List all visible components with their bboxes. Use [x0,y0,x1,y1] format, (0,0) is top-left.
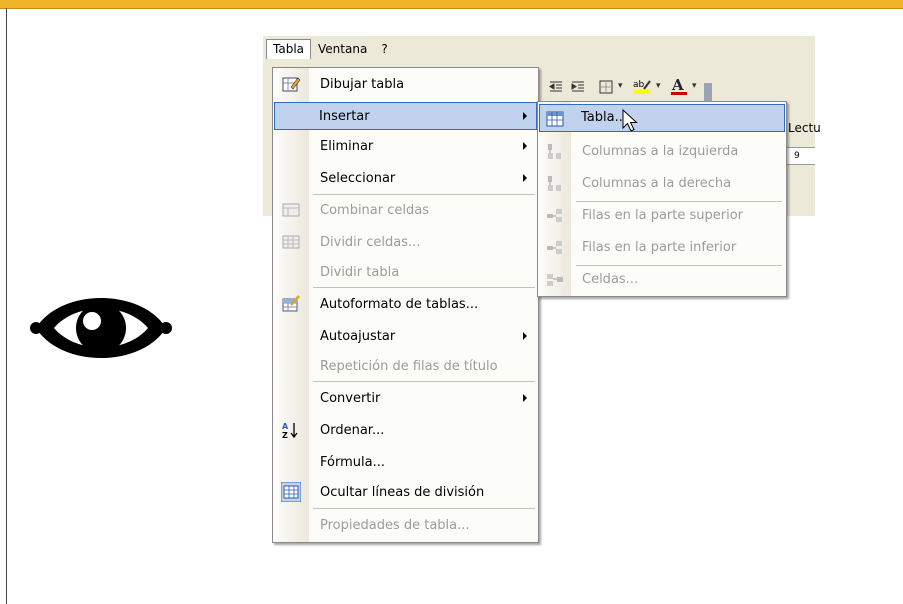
insert-col-right-icon [546,175,564,193]
highlight-icon[interactable]: ab [632,77,652,95]
menu-item-label: Autoajustar [320,328,396,344]
submenu-arrow-icon [523,174,527,182]
formatting-toolbar: ▾ ab ▾ A ▾ [540,71,815,101]
menu-separator [313,508,535,509]
menu-item-label: Convertir [320,390,381,406]
submenu-item-label: Celdas... [582,272,639,287]
insert-cells-icon [546,271,564,289]
highlight-dropdown-icon[interactable]: ▾ [656,81,661,91]
submenu-item-celdas[interactable]: Celdas... [540,266,784,294]
split-cells-icon [281,232,301,252]
menu-item-label: Eliminar [320,138,374,154]
insert-row-above-icon [546,207,564,225]
menu-item-eliminar[interactable]: Eliminar [275,132,536,160]
submenu-item-label: Columnas a la derecha [582,176,732,191]
menu-bar: Tabla Ventana ? [266,39,395,59]
mouse-cursor-icon [622,109,638,132]
insert-row-below-icon [546,239,564,257]
submenu-arrow-icon [523,332,527,340]
menu-item-label: Combinar celdas [320,202,429,218]
menu-item-label: Dibujar tabla [320,76,405,92]
insertar-submenu: Tabla... Columnas a la izquierda Columna… [537,101,787,297]
ruler-number: 9 [794,151,800,161]
autoformat-icon [281,294,301,314]
tabla-menu: Dibujar tabla Insertar Eliminar Seleccio… [272,67,539,543]
submenu-arrow-icon [523,112,527,120]
decrease-indent-icon[interactable] [548,79,564,95]
menu-item-ocultar-lineas[interactable]: Ocultar líneas de división [275,478,536,506]
increase-indent-icon[interactable] [570,79,586,95]
top-accent-bar [0,0,903,9]
menu-item-insertar[interactable]: Insertar [274,102,537,130]
submenu-item-label: Filas en la parte inferior [582,240,737,255]
menu-item-label: Seleccionar [320,170,396,186]
submenu-item-filas-inferior[interactable]: Filas en la parte inferior [540,234,784,262]
reading-mode-label[interactable]: Lectu [788,121,821,135]
menu-item-ordenar[interactable]: AZ Ordenar... [275,416,536,444]
left-border-line [6,8,7,604]
menu-separator [313,194,535,195]
menu-item-label: Autoformato de tablas... [320,296,479,312]
menu-help[interactable]: ? [374,39,394,59]
menu-item-label: Ocultar líneas de división [320,484,485,500]
svg-text:A: A [671,76,684,94]
merge-cells-icon [281,200,301,220]
menu-item-dividir-celdas[interactable]: Dividir celdas... [275,228,536,256]
menu-separator [313,287,535,288]
borders-icon[interactable] [598,79,614,95]
menu-item-convertir[interactable]: Convertir [275,384,536,412]
menu-item-label: Fórmula... [320,454,385,470]
gridlines-icon [281,482,301,502]
font-color-dropdown-icon[interactable]: ▾ [692,81,697,91]
submenu-item-label: Filas en la parte superior [582,208,744,223]
submenu-item-columnas-derecha[interactable]: Columnas a la derecha [540,170,784,198]
submenu-item-columnas-izquierda[interactable]: Columnas a la izquierda [540,138,784,166]
menu-item-propiedades[interactable]: Propiedades de tabla... [275,511,536,539]
pencil-table-icon [281,74,301,94]
eye-icon [30,298,172,358]
sort-az-icon: AZ [281,420,301,440]
font-color-icon[interactable]: A [670,76,688,96]
menu-ventana[interactable]: Ventana [311,39,374,59]
svg-text:ab: ab [633,80,645,90]
menu-item-autoformato[interactable]: Autoformato de tablas... [275,290,536,318]
submenu-item-label: Columnas a la izquierda [582,144,739,159]
menu-item-label: Dividir celdas... [320,234,421,250]
menu-item-seleccionar[interactable]: Seleccionar [275,164,536,192]
insert-col-left-icon [546,143,564,161]
toolbar-overflow[interactable] [704,83,712,101]
menu-item-dibujar-tabla[interactable]: Dibujar tabla [275,70,536,98]
menu-tabla[interactable]: Tabla [266,39,312,59]
table-grid-icon [546,110,564,128]
menu-item-label: Propiedades de tabla... [320,517,470,533]
menu-item-formula[interactable]: Fórmula... [275,448,536,476]
menu-item-dividir-tabla[interactable]: Dividir tabla [275,258,536,286]
menu-item-combinar-celdas[interactable]: Combinar celdas [275,196,536,224]
svg-text:Z: Z [282,431,288,440]
submenu-item-label: Tabla... [581,110,627,125]
submenu-arrow-icon [523,142,527,150]
menu-item-label: Insertar [319,108,370,124]
menu-item-repeticion-filas[interactable]: Repetición de filas de título [275,352,536,380]
borders-dropdown-icon[interactable]: ▾ [618,81,623,91]
menu-separator [313,381,535,382]
submenu-arrow-icon [523,394,527,402]
submenu-item-tabla[interactable]: Tabla... [539,104,785,132]
menu-item-label: Repetición de filas de título [320,358,498,374]
menu-item-autoajustar[interactable]: Autoajustar [275,322,536,350]
menu-item-label: Dividir tabla [320,264,400,280]
svg-text:A: A [282,422,289,431]
submenu-item-filas-superior[interactable]: Filas en la parte superior [540,202,784,230]
menu-item-label: Ordenar... [320,422,385,438]
